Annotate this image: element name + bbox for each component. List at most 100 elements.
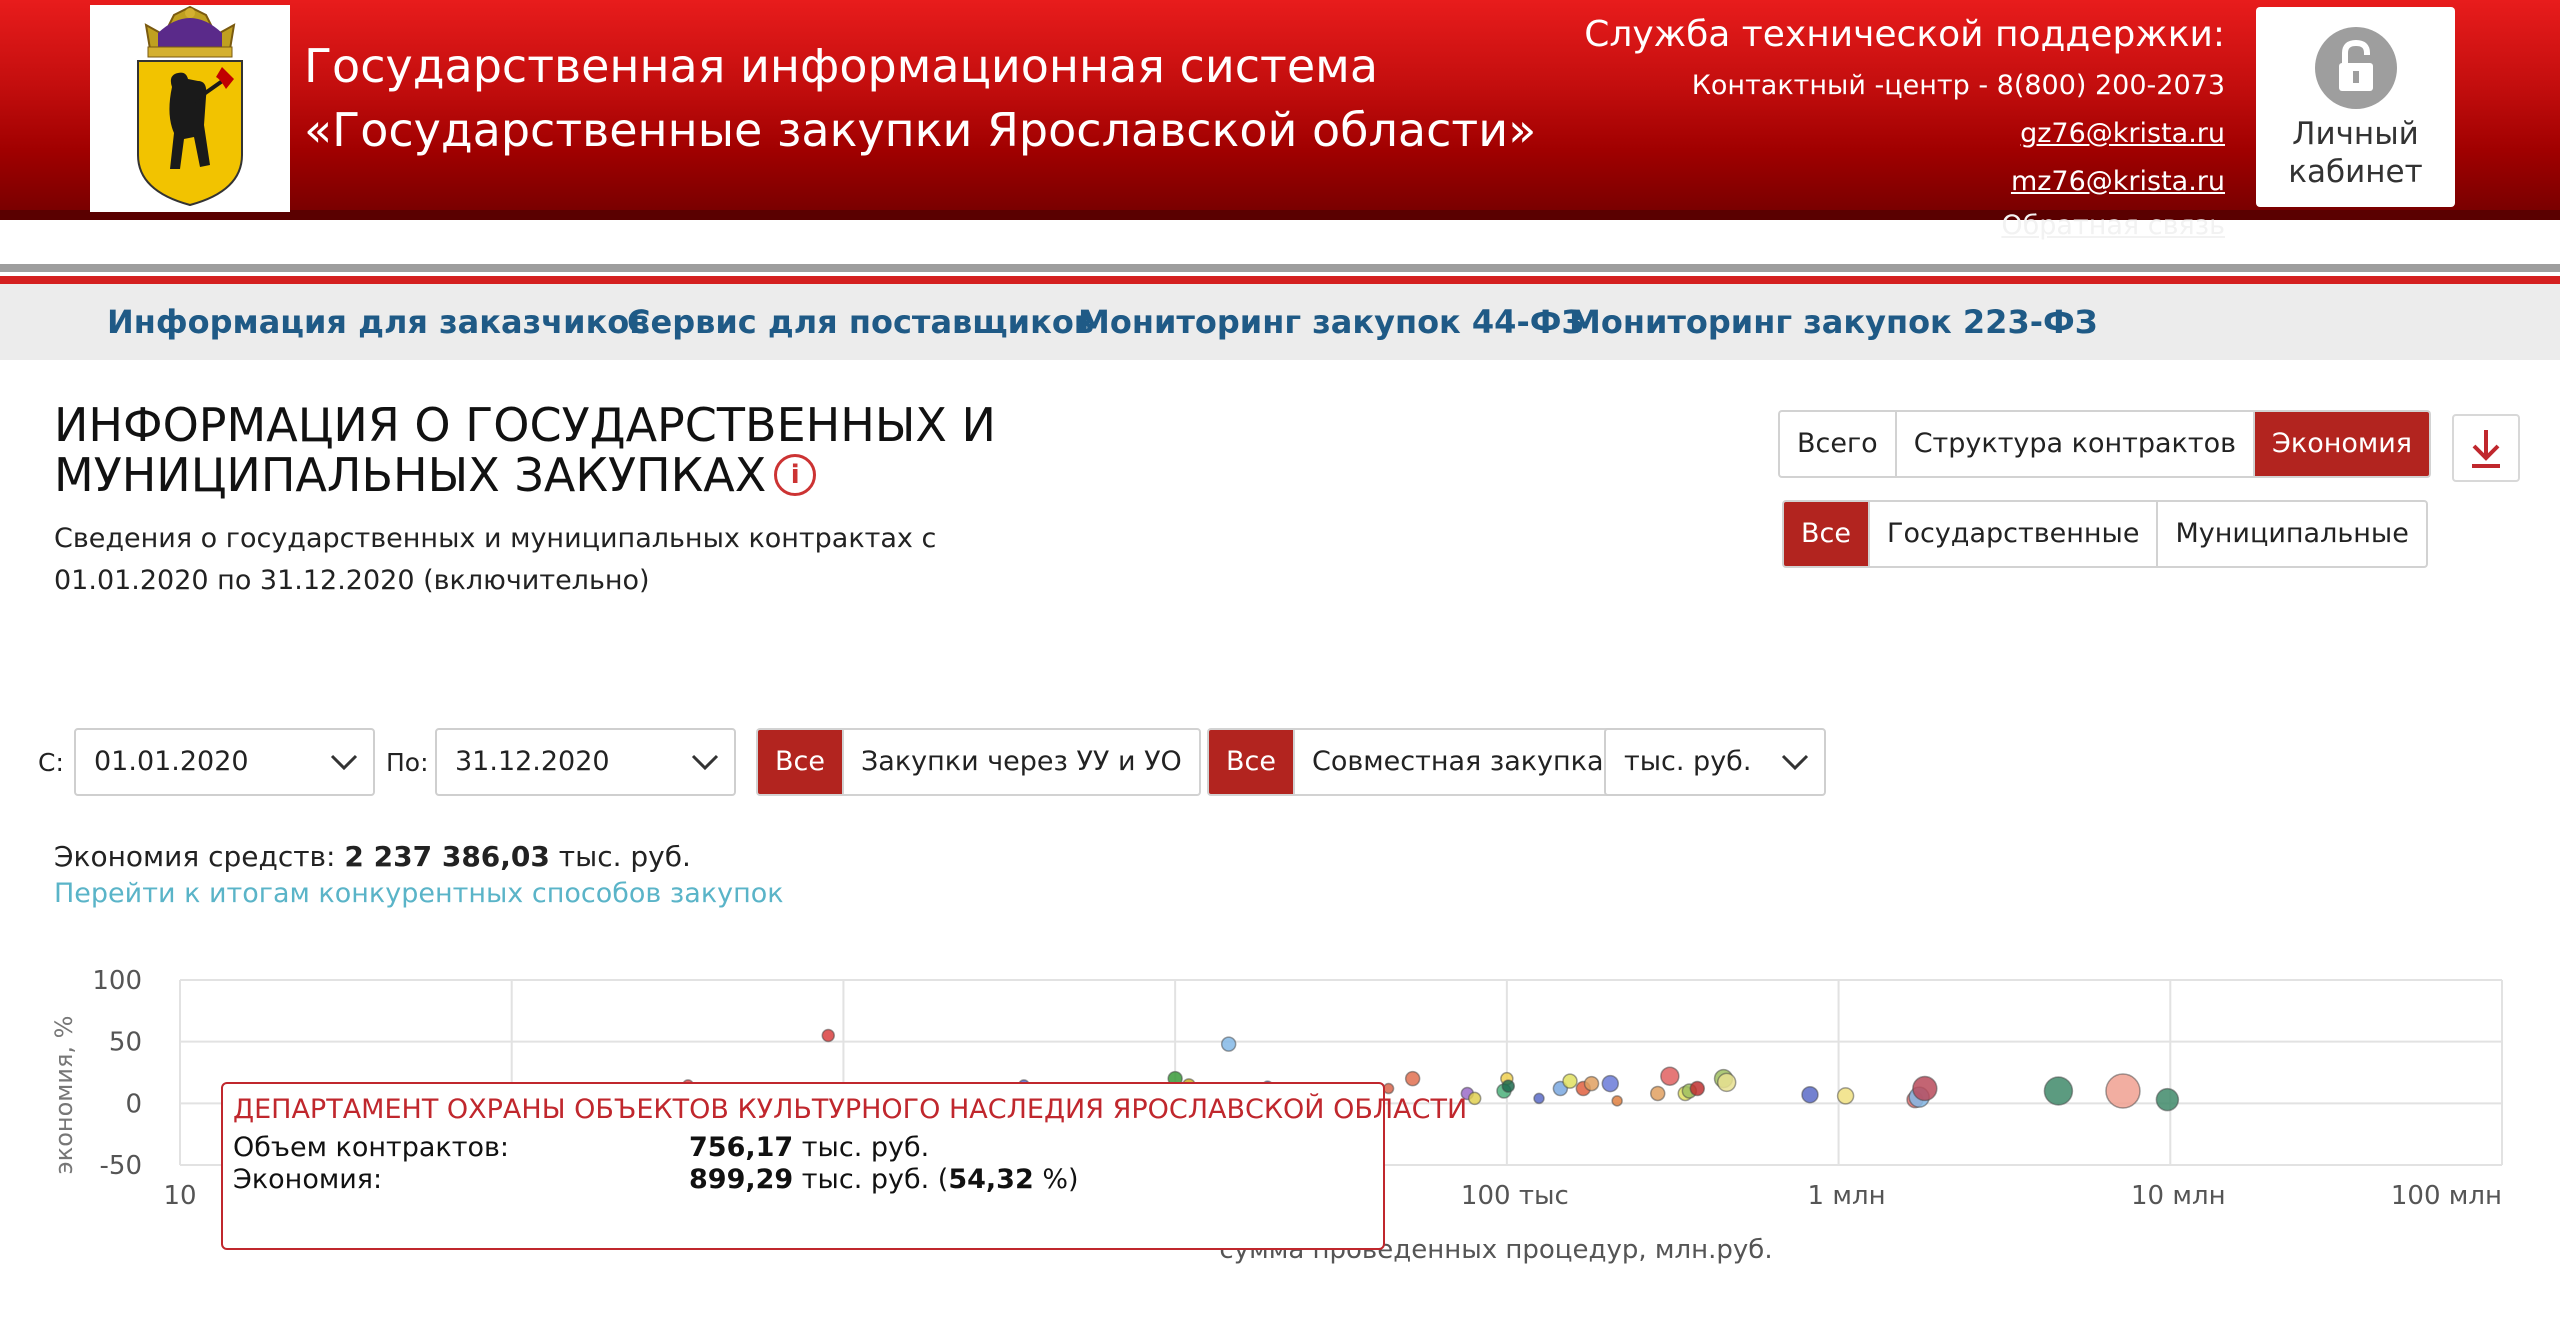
yaroslavl-coat-of-arms-icon	[137, 5, 243, 207]
unit-value: тыс. руб.	[1624, 746, 1752, 777]
tooltip-row2-unit: тыс. руб.	[801, 1164, 930, 1195]
joint-filter: Все Совместная закупка	[1207, 728, 1623, 796]
support-contact: Контактный -центр - 8(800) 200-2073	[1691, 70, 2225, 101]
feedback-link[interactable]: Обратная связь	[1584, 206, 2225, 246]
x-tick-label: 100 млн	[2391, 1181, 2502, 1211]
chart-point	[1716, 1072, 1737, 1093]
support-email-gz76[interactable]: gz76@krista.ru	[2020, 118, 2225, 149]
download-icon	[2472, 430, 2500, 468]
tooltip-row1-number: 756,17	[689, 1132, 794, 1163]
tab-level-municipal[interactable]: Муниципальные	[2156, 502, 2425, 566]
chevron-down-icon	[330, 754, 358, 771]
chart-point	[1611, 1095, 1623, 1107]
cabinet-label-line2: кабинет	[2288, 154, 2423, 190]
tooltip-row2-number: 899,29	[689, 1164, 794, 1195]
support-title: Служба технической поддержки:	[1584, 14, 2225, 55]
competitive-results-link[interactable]: Перейти к итогам конкурентных способов з…	[54, 878, 784, 909]
y-tick-label: 0	[125, 1089, 142, 1119]
x-tick-label: 10	[163, 1181, 196, 1211]
joint-filter-all[interactable]: Все	[1209, 730, 1293, 794]
date-to-value: 31.12.2020	[455, 746, 610, 777]
economy-summary: Экономия средств: 2 237 386,03 тыс. руб.	[54, 840, 691, 873]
view-tabs: Всего Структура контрактов Экономия	[1778, 410, 2432, 478]
x-tick-label: 10 млн	[2131, 1181, 2226, 1211]
tooltip-row2-value: 899,29 тыс. руб. (54,32 %)	[689, 1164, 1079, 1195]
lock-icon	[2314, 27, 2397, 109]
tooltip-title: ДЕПАРТАМЕНТ ОХРАНЫ ОБЪЕКТОВ КУЛЬТУРНОГО …	[233, 1094, 1468, 1125]
chart-point	[2043, 1076, 2074, 1106]
chart-y-ticks: 100 50 0 -50	[92, 966, 142, 1181]
chart-point	[1404, 1070, 1421, 1087]
support-block: Служба технической поддержки: Контактный…	[1584, 8, 2225, 246]
tooltip-row2-paren-close: %)	[1042, 1164, 1079, 1195]
chart-point	[1382, 1082, 1395, 1095]
info-icon[interactable]: i	[774, 453, 817, 496]
main-nav: Информация для заказчиков Сервис для пос…	[0, 284, 2560, 360]
chart-point	[1836, 1087, 1855, 1105]
level-tabs: Все Государственные Муниципальные	[1782, 500, 2428, 568]
nav-item-monitoring-44fz[interactable]: Мониторинг закупок 44-ФЗ	[1078, 284, 1584, 360]
page-title: ИНФОРМАЦИЯ О ГОСУДАРСТВЕННЫХ И МУНИЦИПАЛ…	[54, 400, 996, 500]
tooltip-row2-label: Экономия:	[233, 1164, 383, 1195]
chart-point	[1649, 1085, 1666, 1102]
tooltip-row2-paren-open: (	[937, 1164, 949, 1195]
cabinet-label-line1: Личный	[2292, 116, 2419, 152]
chart-point	[1467, 1091, 1482, 1106]
uu-filter: Все Закупки через УУ и УО	[756, 728, 1201, 796]
date-from-value: 01.01.2020	[94, 746, 249, 777]
x-tick-label: 1 млн	[1808, 1181, 1886, 1211]
support-email-mz76[interactable]: mz76@krista.ru	[2011, 166, 2225, 197]
y-tick-label: -50	[100, 1151, 142, 1181]
chart-point	[1501, 1079, 1516, 1093]
page-title-line1: ИНФОРМАЦИЯ О ГОСУДАРСТВЕННЫХ И	[54, 398, 996, 452]
chart-point	[1220, 1036, 1237, 1052]
page-subtitle: Сведения о государственных и муниципальн…	[54, 523, 937, 596]
y-tick-label: 50	[109, 1028, 142, 1058]
chart-y-label: экономия, %	[50, 1016, 78, 1175]
chart-point	[1689, 1080, 1706, 1097]
unit-select[interactable]: тыс. руб.	[1604, 728, 1826, 796]
chart-point	[1660, 1066, 1680, 1086]
chevron-down-icon	[1781, 754, 1809, 771]
nav-item-customers[interactable]: Информация для заказчиков	[107, 284, 650, 360]
date-from-select[interactable]: 01.01.2020	[74, 728, 375, 796]
economy-label: Экономия средств:	[54, 840, 336, 873]
to-label: По:	[386, 748, 429, 777]
header-divider-gray	[0, 264, 2560, 272]
page-title-line2-text: МУНИЦИПАЛЬНЫХ ЗАКУПКАХ	[54, 448, 767, 502]
date-to-select[interactable]: 31.12.2020	[435, 728, 736, 796]
nav-item-monitoring-223fz[interactable]: Мониторинг закупок 223-ФЗ	[1569, 284, 2097, 360]
chart-point	[1533, 1092, 1545, 1105]
logo[interactable]	[90, 5, 290, 212]
y-tick-label: 100	[92, 966, 142, 996]
tab-economy[interactable]: Экономия	[2253, 412, 2430, 476]
nav-item-suppliers[interactable]: Сервис для поставщиков	[627, 284, 1094, 360]
chart-point	[1583, 1075, 1600, 1092]
chart-point	[1912, 1075, 1938, 1102]
chart-point	[821, 1028, 836, 1043]
from-label: С:	[38, 748, 64, 777]
chart-point	[2155, 1087, 2180, 1112]
economy-unit: тыс. руб.	[558, 840, 691, 873]
uu-filter-option[interactable]: Закупки через УУ и УО	[841, 730, 1199, 794]
site-title-line2: «Государственные закупки Ярославской обл…	[304, 103, 1537, 157]
chart-point	[1801, 1085, 1819, 1104]
tab-level-state[interactable]: Государственные	[1867, 502, 2157, 566]
tooltip-row1-value: 756,17 тыс. руб.	[689, 1132, 929, 1163]
tab-contract-structure[interactable]: Структура контрактов	[1894, 412, 2253, 476]
chevron-down-icon	[691, 754, 719, 771]
chart-point	[2105, 1073, 2141, 1109]
download-button[interactable]	[2452, 414, 2520, 482]
tooltip-row2-percent: 54,32	[948, 1164, 1034, 1195]
header-divider-red	[0, 276, 2560, 284]
uu-filter-all[interactable]: Все	[758, 730, 842, 794]
tooltip-row1-label: Объем контрактов:	[233, 1132, 509, 1163]
page-title-line2: МУНИЦИПАЛЬНЫХ ЗАКУПКАХ i	[54, 450, 996, 500]
personal-cabinet-button[interactable]: Личный кабинет	[2256, 7, 2455, 207]
economy-value: 2 237 386,03	[344, 840, 550, 873]
joint-filter-option[interactable]: Совместная закупка	[1292, 730, 1621, 794]
tab-total[interactable]: Всего	[1780, 412, 1895, 476]
chart-point	[1562, 1073, 1578, 1089]
tab-level-all[interactable]: Все	[1784, 502, 1868, 566]
tooltip-row1-unit: тыс. руб.	[801, 1132, 930, 1163]
